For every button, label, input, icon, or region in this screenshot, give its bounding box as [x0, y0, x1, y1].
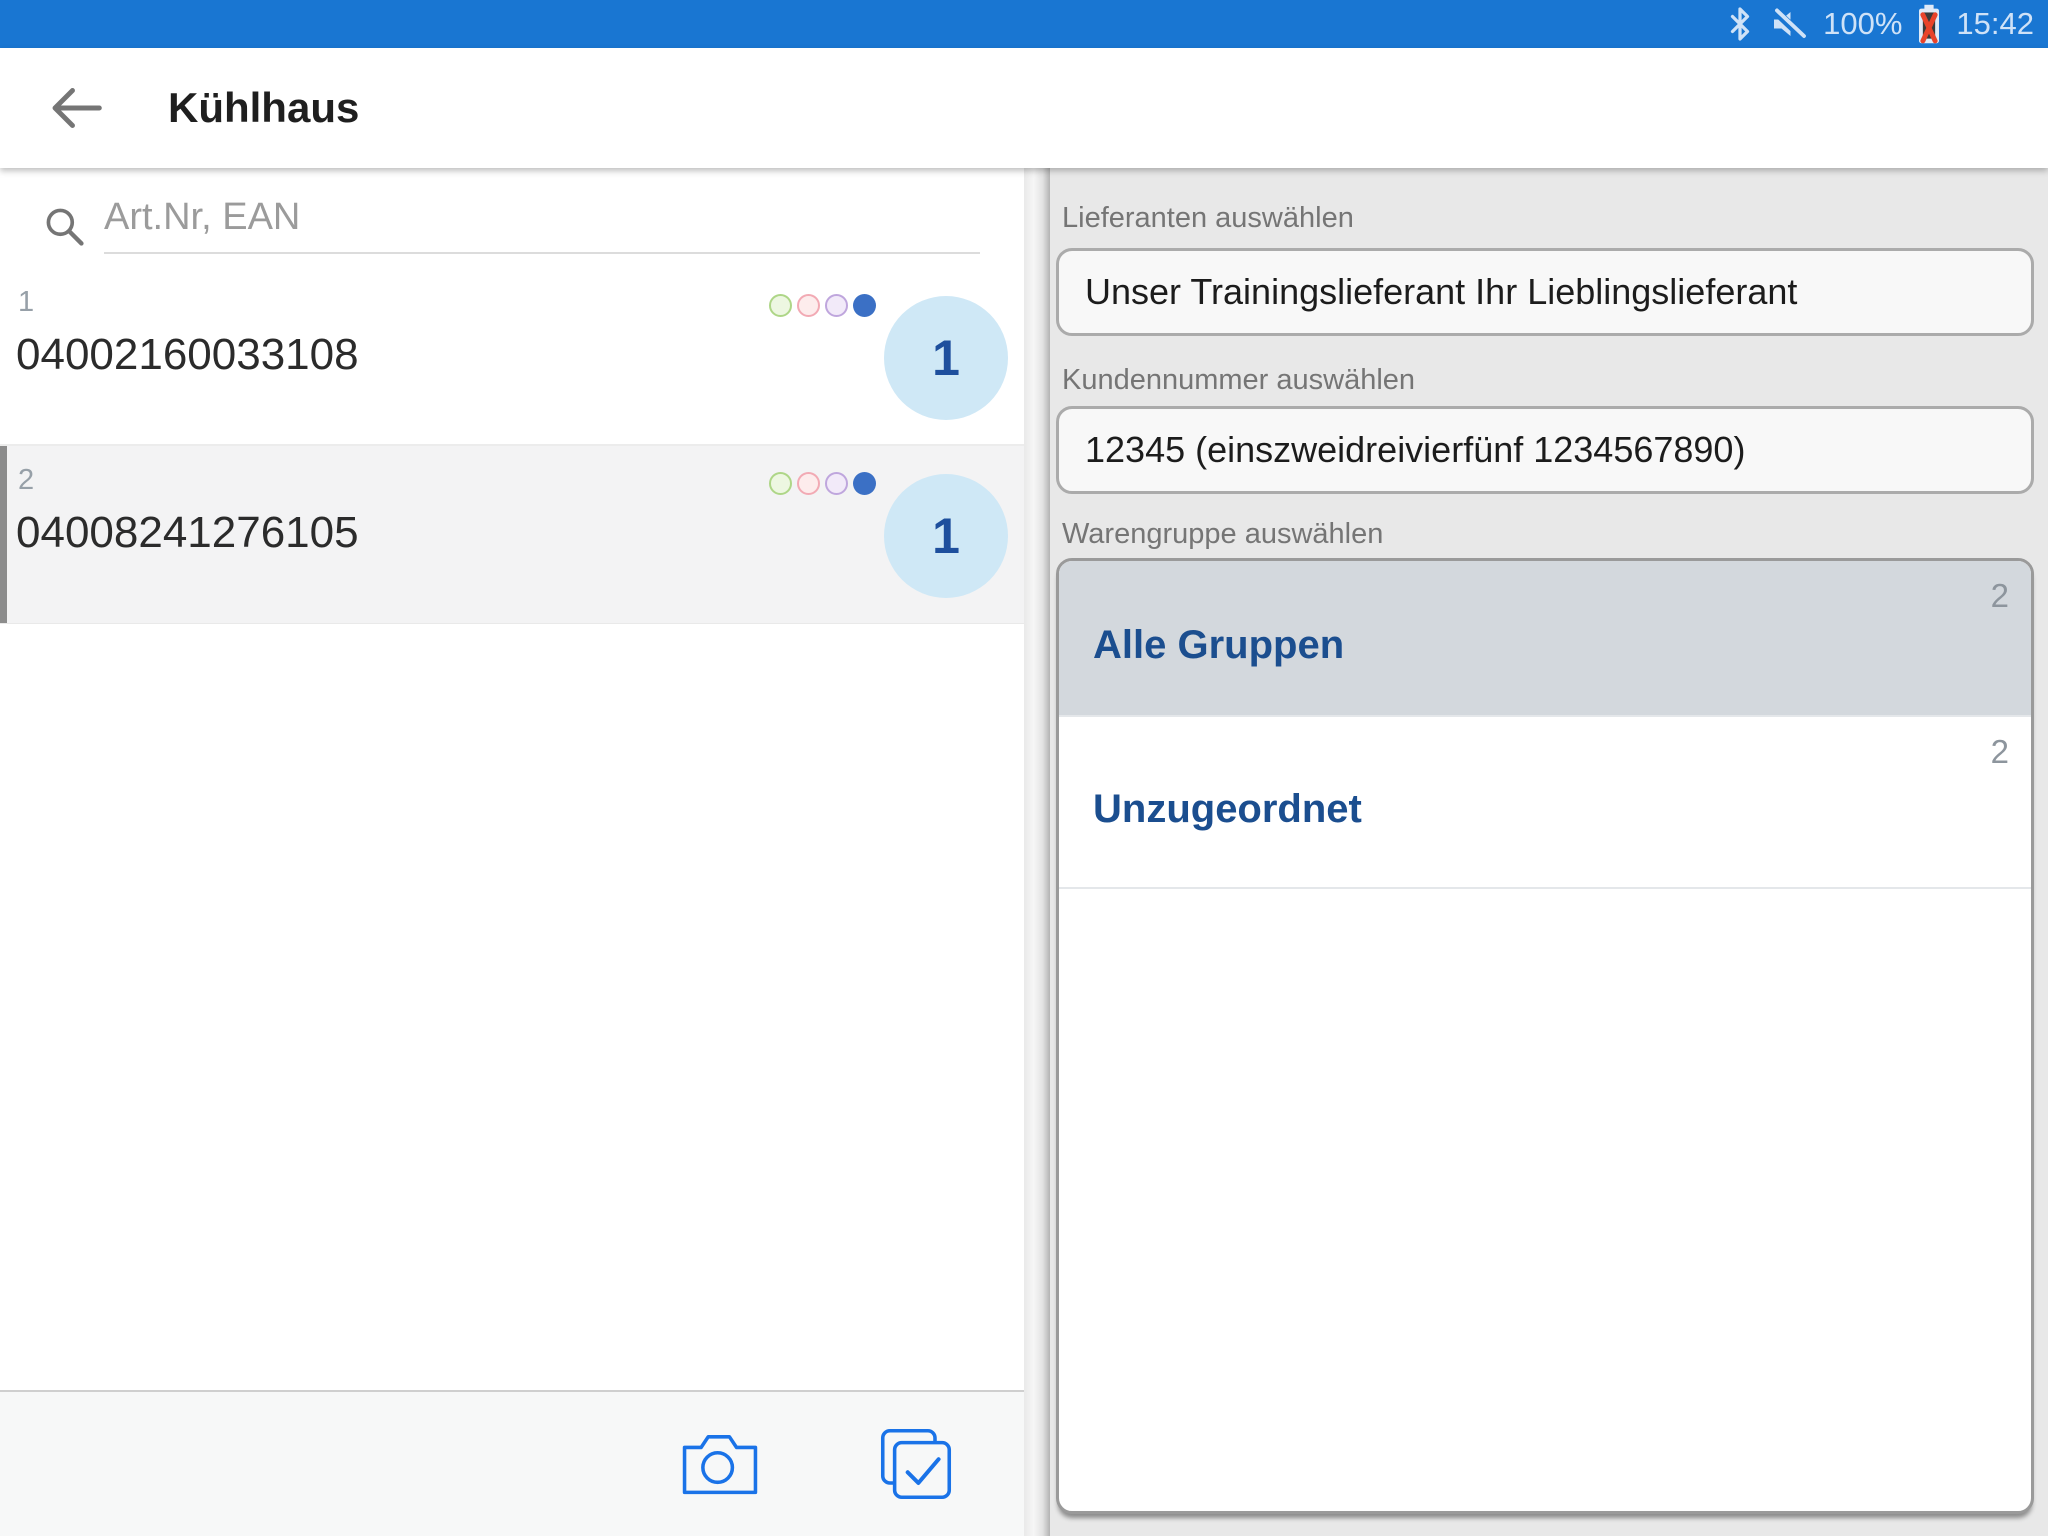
indicator-dot-purple-icon	[825, 294, 848, 317]
back-button[interactable]	[44, 76, 108, 140]
indicator-dot-green-icon	[769, 472, 792, 495]
group-row-unassigned[interactable]: 2 Unzugeordnet	[1059, 717, 2031, 889]
content-area: 1 04002160033108 1 2 04008241276105	[0, 168, 2048, 1536]
article-index: 1	[18, 286, 34, 319]
bluetooth-icon	[1725, 6, 1755, 42]
panel-divider	[1024, 168, 1050, 1536]
group-name: Unzugeordnet	[1093, 787, 1362, 832]
group-name: Alle Gruppen	[1093, 623, 1344, 668]
article-list-panel: 1 04002160033108 1 2 04008241276105	[0, 168, 1024, 1536]
back-arrow-icon	[48, 84, 104, 132]
battery-percent: 100%	[1823, 0, 1902, 48]
app-header: Kühlhaus	[0, 48, 2048, 168]
clock: 15:42	[1956, 0, 2034, 48]
customer-number-label: Kundennummer auswählen	[1062, 336, 2034, 396]
product-group-label: Warengruppe auswählen	[1062, 494, 2034, 550]
indicator-dot-blue-icon	[853, 294, 876, 317]
article-ean: 04008241276105	[16, 508, 359, 558]
indicator-dots	[769, 294, 876, 317]
multi-select-button[interactable]	[874, 1422, 958, 1506]
search-field	[104, 182, 980, 254]
status-bar: 100% 15:42	[0, 0, 2048, 48]
article-index: 2	[18, 464, 34, 497]
group-count: 2	[1991, 577, 2009, 615]
customer-number-value: 12345 (einszweidreivierfünf 1234567890)	[1085, 429, 1745, 471]
indicator-dot-pink-icon	[797, 294, 820, 317]
camera-icon	[681, 1432, 759, 1496]
customer-number-field[interactable]: 12345 (einszweidreivierfünf 1234567890)	[1056, 406, 2034, 494]
volume-muted-icon	[1769, 6, 1809, 42]
search-row	[0, 168, 1024, 268]
indicator-dot-blue-icon	[853, 472, 876, 495]
indicator-dot-pink-icon	[797, 472, 820, 495]
indicator-dots	[769, 472, 876, 495]
search-input[interactable]	[104, 182, 980, 252]
supplier-field[interactable]: Unser Trainingslieferant Ihr Lieblingsli…	[1056, 248, 2034, 336]
bottom-toolbar	[0, 1390, 1024, 1536]
app-screen: 100% 15:42 Kühlhaus	[0, 0, 2048, 1536]
article-row-1[interactable]: 1 04002160033108 1	[0, 268, 1024, 446]
supplier-value: Unser Trainingslieferant Ihr Lieblingsli…	[1085, 271, 1797, 313]
article-count-badge: 1	[884, 474, 1008, 598]
article-count-badge: 1	[884, 296, 1008, 420]
search-icon	[42, 204, 86, 248]
battery-unknown-icon	[1916, 4, 1942, 44]
indicator-dot-purple-icon	[825, 472, 848, 495]
multi-select-check-icon	[878, 1427, 954, 1501]
page-title: Kühlhaus	[168, 84, 359, 132]
article-ean: 04002160033108	[16, 330, 359, 380]
indicator-dot-green-icon	[769, 294, 792, 317]
group-row-all-groups[interactable]: 2 Alle Gruppen	[1059, 561, 2031, 717]
filter-panel: Lieferanten auswählen Unser Trainingslie…	[1050, 168, 2048, 1536]
group-count: 2	[1991, 733, 2009, 771]
camera-button[interactable]	[678, 1422, 762, 1506]
supplier-label: Lieferanten auswählen	[1062, 168, 2034, 234]
product-group-list: 2 Alle Gruppen 2 Unzugeordnet	[1056, 558, 2034, 1514]
article-row-2[interactable]: 2 04008241276105 1	[0, 446, 1024, 624]
